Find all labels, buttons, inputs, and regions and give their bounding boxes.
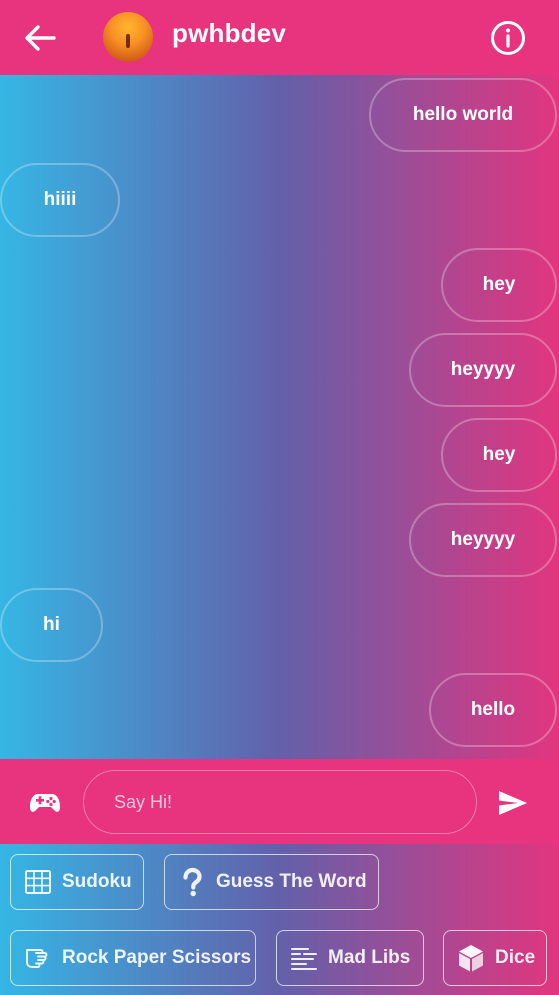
message-sent: hey xyxy=(441,248,557,322)
chat-header: pwhbdev xyxy=(0,0,559,75)
message-text: hi xyxy=(43,614,60,635)
message-sent: heyyyy xyxy=(409,333,557,407)
message-list[interactable]: hello world hiiii hey heyyyy hey heyyyy … xyxy=(0,75,559,759)
avatar-figure xyxy=(126,34,130,48)
avatar[interactable] xyxy=(103,12,153,62)
text-lines-icon xyxy=(291,948,317,970)
game-button-dice[interactable]: Dice xyxy=(443,930,547,986)
message-received: hi xyxy=(0,588,103,662)
message-text: hello xyxy=(470,699,516,720)
game-button-label: Rock Paper Scissors xyxy=(62,947,252,968)
grid-icon xyxy=(25,870,51,894)
send-icon[interactable] xyxy=(496,786,530,820)
message-input[interactable] xyxy=(83,770,477,834)
game-button-guess-the-word[interactable]: Guess The Word xyxy=(164,854,379,910)
message-sent: heyyyy xyxy=(409,503,557,577)
message-sent: hello world xyxy=(369,78,557,152)
game-button-label: Mad Libs xyxy=(328,947,411,968)
message-sent: hey xyxy=(441,418,557,492)
game-button-label: Guess The Word xyxy=(216,871,367,892)
game-button-rock-paper-scissors[interactable]: Rock Paper Scissors xyxy=(10,930,256,986)
message-text: hello world xyxy=(412,104,514,125)
game-button-label: Sudoku xyxy=(62,871,132,892)
message-text: heyyyy xyxy=(450,529,516,550)
game-button-sudoku[interactable]: Sudoku xyxy=(10,854,144,910)
message-text: hey xyxy=(482,444,516,465)
message-text: heyyyy xyxy=(450,359,516,380)
gamepad-icon[interactable] xyxy=(29,786,61,818)
message-text: hiiii xyxy=(43,189,77,210)
dice-icon xyxy=(459,945,483,972)
question-icon xyxy=(183,867,202,897)
chat-username[interactable]: pwhbdev xyxy=(172,18,286,49)
message-sent: hello xyxy=(429,673,557,747)
message-text: hey xyxy=(482,274,516,295)
info-circle-icon[interactable] xyxy=(489,19,527,57)
game-button-label: Dice xyxy=(495,947,536,968)
game-button-mad-libs[interactable]: Mad Libs xyxy=(276,930,424,986)
message-received: hiiii xyxy=(0,163,120,237)
arrow-left-icon[interactable] xyxy=(22,20,58,56)
hand-icon xyxy=(26,949,48,968)
